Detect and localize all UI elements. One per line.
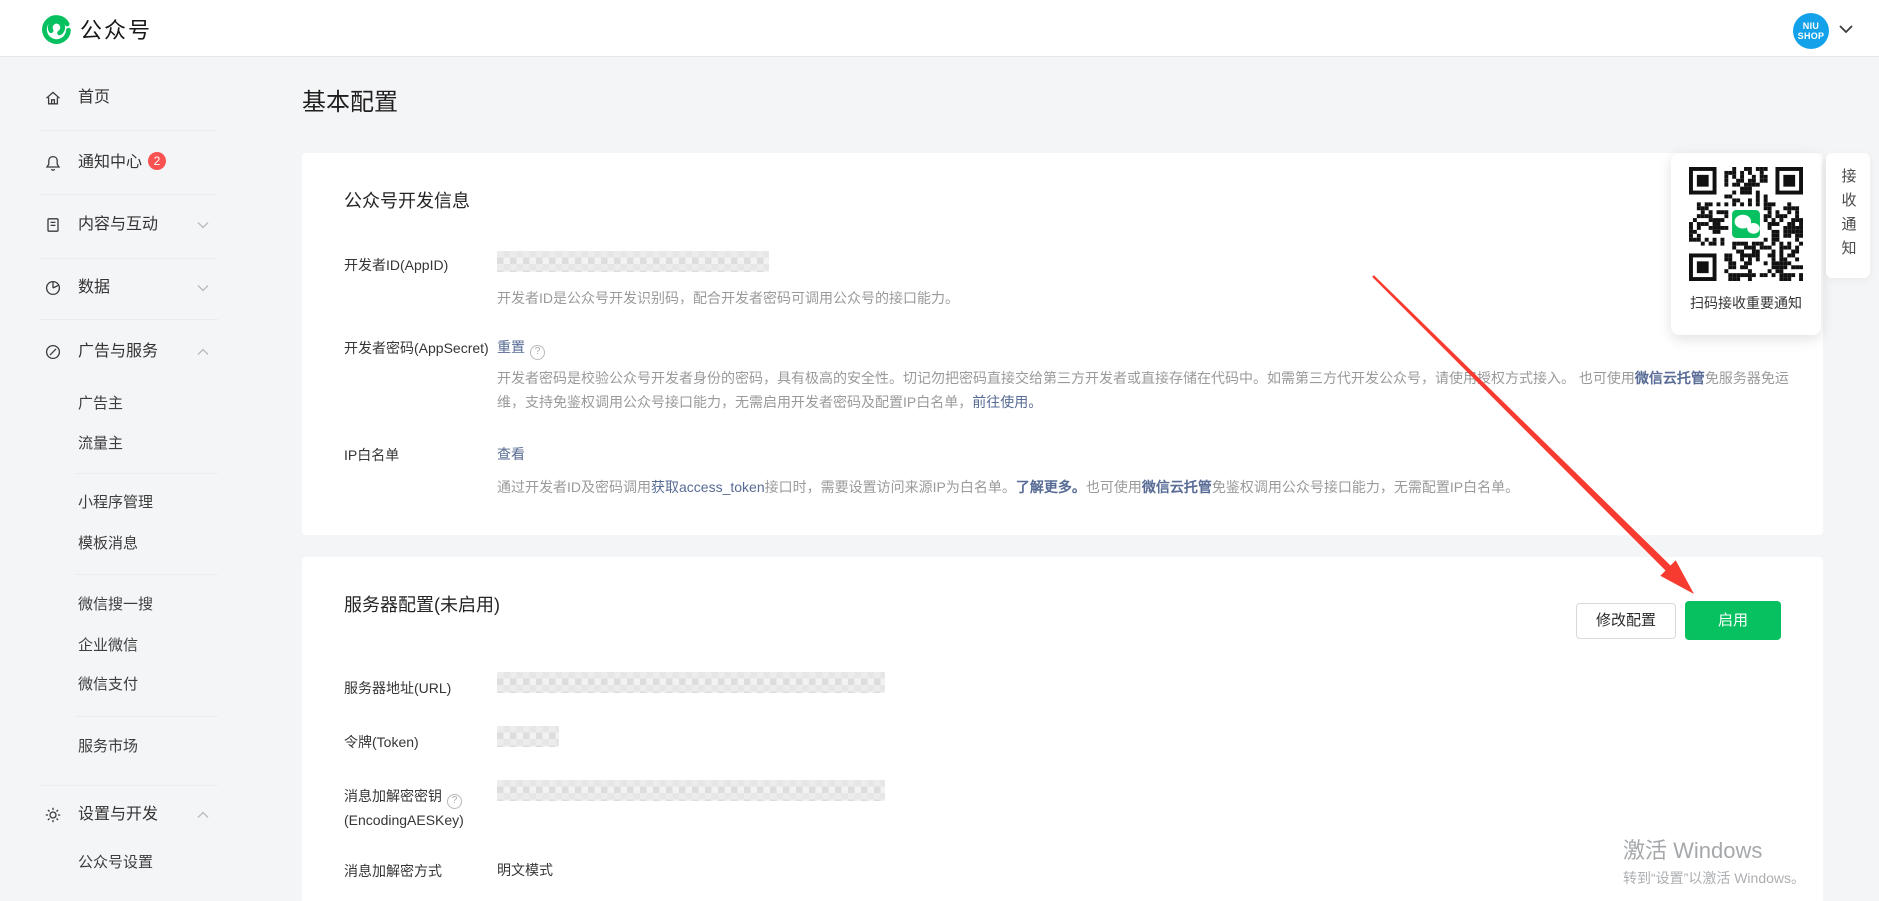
sidebar-divider — [40, 258, 218, 259]
sidebar-item-account-settings[interactable]: 公众号设置 — [0, 849, 240, 877]
token-value-redacted — [497, 726, 559, 747]
chevron-up-icon — [196, 810, 210, 820]
wechat-mp-basic-config-page: 公众号 NIU SHOP 首页 通知中心 2 内容与互动 数据 — [0, 0, 1879, 901]
appsecret-help-icon[interactable]: ? — [530, 345, 545, 360]
sidebar-divider — [76, 473, 218, 474]
account-menu-chevron-down-icon[interactable] — [1838, 23, 1854, 35]
sidebar-item-label: 微信支付 — [78, 671, 138, 699]
chevron-down-icon — [196, 283, 210, 293]
account-avatar[interactable]: NIU SHOP — [1793, 13, 1829, 49]
sidebar-item-label: 通知中心 — [78, 154, 142, 171]
aeskey-help-icon[interactable]: ? — [447, 794, 462, 809]
qr-caption: 扫码接收重要通知 — [1671, 293, 1821, 313]
sidebar-divider — [76, 574, 218, 575]
appid-label: 开发者ID(AppID) — [344, 254, 448, 276]
desc-text: 也可使用 — [1086, 479, 1142, 495]
sidebar-item-miniprogram-mgmt[interactable]: 小程序管理 — [0, 489, 240, 517]
wechat-mp-logo-icon — [40, 12, 72, 44]
sidebar-item-template-message[interactable]: 模板消息 — [0, 530, 240, 558]
sidebar-item-label: 设置与开发 — [78, 801, 158, 829]
desc-text: 接口时，需要设置访问来源IP为白名单。 — [765, 479, 1016, 495]
server-config-title: 服务器配置(未启用) — [344, 591, 500, 617]
server-config-card: 服务器配置(未启用) 修改配置 启用 服务器地址(URL) 令牌(Token) … — [302, 557, 1823, 901]
wechat-cloud-link[interactable]: 微信云托管 — [1635, 370, 1705, 386]
token-label: 令牌(Token) — [344, 731, 419, 753]
top-header: 公众号 NIU SHOP — [0, 0, 1879, 57]
appsecret-label: 开发者密码(AppSecret) — [344, 337, 494, 359]
sidebar-item-content-interaction[interactable]: 内容与互动 — [0, 211, 240, 239]
sidebar-item-data[interactable]: 数据 — [0, 274, 240, 302]
encrypt-mode-value: 明文模式 — [497, 860, 553, 880]
sidebar-item-notifications[interactable]: 通知中心 2 — [0, 149, 240, 177]
desc-text: 免鉴权调用公众号接口能力，无需配置IP白名单。 — [1212, 479, 1519, 495]
go-use-link[interactable]: 前往使用。 — [972, 394, 1042, 410]
ip-whitelist-description: 通过开发者ID及密码调用获取access_token接口时，需要设置访问来源IP… — [497, 475, 1807, 499]
enable-button[interactable]: 启用 — [1685, 601, 1781, 640]
ip-whitelist-label: IP白名单 — [344, 444, 399, 466]
sidebar-item-label: 内容与互动 — [78, 211, 158, 239]
home-icon — [44, 89, 62, 107]
sidebar-item-label: 企业微信 — [78, 632, 138, 660]
sidebar-item-home[interactable]: 首页 — [0, 84, 240, 112]
notification-count-badge: 2 — [148, 152, 166, 170]
gear-icon — [44, 806, 62, 824]
sidebar-divider — [40, 319, 218, 320]
sidebar-item-wechat-pay[interactable]: 微信支付 — [0, 671, 240, 699]
dev-info-card: 公众号开发信息 开发者ID(AppID) 开发者ID是公众号开发识别码，配合开发… — [302, 153, 1823, 535]
sidebar-divider — [40, 194, 218, 195]
content-icon — [44, 216, 62, 234]
qr-code — [1689, 167, 1803, 281]
sidebar: 首页 通知中心 2 内容与互动 数据 广告与服务 广告主 流量主 小程序管理 — [0, 57, 240, 901]
sidebar-item-label: 模板消息 — [78, 530, 138, 558]
sidebar-divider — [76, 716, 218, 717]
aeskey-label: 消息加解密密钥? (EncodingAESKey) — [344, 785, 514, 831]
desc-text: 通过开发者ID及密码调用 — [497, 479, 651, 495]
aeskey-value-redacted — [497, 780, 885, 801]
learn-more-link[interactable]: 了解更多。 — [1016, 479, 1086, 495]
sidebar-item-label: 小程序管理 — [78, 489, 153, 517]
chevron-down-icon — [196, 220, 210, 230]
sidebar-item-label: 流量主 — [78, 430, 123, 458]
sidebar-item-label: 广告与服务 — [78, 338, 158, 366]
sidebar-item-label: 微信搜一搜 — [78, 591, 153, 619]
desc-text: 开发者密码是校验公众号开发者身份的密码，具有极高的安全性。切记勿把密码直接交给第… — [497, 370, 1635, 386]
page-title: 基本配置 — [302, 82, 398, 117]
appsecret-description: 开发者密码是校验公众号开发者身份的密码，具有极高的安全性。切记勿把密码直接交给第… — [497, 366, 1807, 414]
qr-notification-panel: 扫码接收重要通知 — [1671, 153, 1821, 335]
windows-activation-watermark: 激活 Windows 转到“设置”以激活 Windows。 — [1623, 833, 1805, 888]
sidebar-item-label: 广告主 — [78, 390, 123, 418]
sidebar-item-ads-services[interactable]: 广告与服务 — [0, 338, 240, 366]
sidebar-item-settings-dev[interactable]: 设置与开发 — [0, 801, 240, 829]
dev-info-title: 公众号开发信息 — [344, 187, 470, 213]
pie-chart-icon — [44, 279, 62, 297]
bell-icon — [44, 154, 62, 172]
appid-value-redacted — [497, 251, 769, 272]
access-token-link[interactable]: 获取access_token — [651, 479, 765, 495]
sidebar-item-label: 首页 — [78, 84, 110, 112]
sidebar-item-label: 服务市场 — [78, 733, 138, 761]
wechat-cloud-link[interactable]: 微信云托管 — [1142, 479, 1212, 495]
sidebar-item-label: 数据 — [78, 274, 110, 302]
chevron-up-icon — [196, 347, 210, 357]
receive-notifications-tab[interactable]: 接收通知 — [1826, 153, 1870, 278]
sidebar-item-traffic-owner[interactable]: 流量主 — [0, 430, 240, 458]
ip-whitelist-view-link[interactable]: 查看 — [497, 446, 525, 462]
appsecret-reset-link[interactable]: 重置 — [497, 339, 525, 355]
sidebar-item-service-market[interactable]: 服务市场 — [0, 733, 240, 761]
sidebar-item-label: 公众号设置 — [78, 849, 153, 877]
sidebar-item-advertiser[interactable]: 广告主 — [0, 390, 240, 418]
sidebar-divider — [40, 130, 218, 131]
appid-description: 开发者ID是公众号开发识别码，配合开发者密码可调用公众号的接口能力。 — [497, 286, 1807, 310]
sidebar-item-wecom[interactable]: 企业微信 — [0, 632, 240, 660]
server-url-value-redacted — [497, 672, 885, 693]
sidebar-divider — [40, 785, 218, 786]
encrypt-mode-label: 消息加解密方式 — [344, 860, 442, 882]
server-url-label: 服务器地址(URL) — [344, 677, 451, 699]
modify-config-button[interactable]: 修改配置 — [1576, 603, 1676, 639]
app-title: 公众号 — [80, 13, 152, 45]
sidebar-item-wechat-search[interactable]: 微信搜一搜 — [0, 591, 240, 619]
compass-icon — [44, 343, 62, 361]
